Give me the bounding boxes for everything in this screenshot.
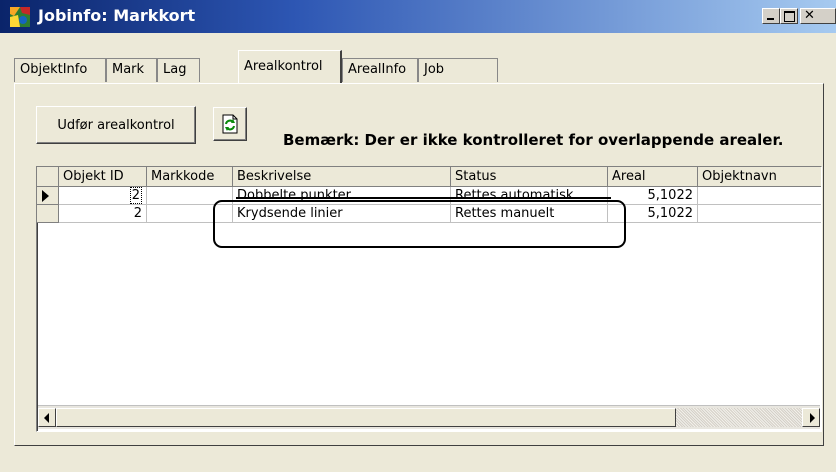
app-icon xyxy=(10,7,30,27)
maximize-button[interactable] xyxy=(780,8,798,24)
horizontal-scrollbar[interactable] xyxy=(38,405,820,429)
cell-value: 5,1022 xyxy=(647,206,694,221)
column-header-status[interactable]: Status xyxy=(451,167,608,187)
column-header-label: Objekt ID xyxy=(63,169,124,184)
tab-label: Job xyxy=(424,62,445,77)
scroll-right-button[interactable] xyxy=(802,408,820,427)
run-arealkontrol-label: Udfør arealkontrol xyxy=(57,118,175,133)
scroll-thumb[interactable] xyxy=(56,408,676,427)
column-header-label: Objektnavn xyxy=(702,169,777,184)
table-cell[interactable] xyxy=(698,187,821,205)
column-header-label: Beskrivelse xyxy=(237,169,312,184)
column-header-label: Markkode xyxy=(151,169,215,184)
row-pointer-icon xyxy=(42,190,49,202)
tab-label: Mark xyxy=(112,62,145,77)
column-header-markkode[interactable]: Markkode xyxy=(147,167,233,187)
title-bar[interactable]: Jobinfo: Markkort ✕ xyxy=(0,0,836,33)
maximize-icon xyxy=(784,11,795,22)
minimize-icon xyxy=(767,18,774,20)
tab-lag[interactable]: Lag xyxy=(157,58,200,82)
minimize-button[interactable] xyxy=(762,8,780,24)
tab-arealkontrol[interactable]: Arealkontrol xyxy=(238,50,342,83)
row-selector[interactable] xyxy=(37,205,59,223)
cell-value: 5,1022 xyxy=(647,188,694,203)
overlap-note: Bemærk: Der er ikke kontrolleret for ove… xyxy=(283,131,784,149)
close-icon: ✕ xyxy=(804,8,815,23)
table-cell[interactable] xyxy=(698,205,821,223)
app-window: Jobinfo: Markkort ✕ ObjektInfo Mark Lag … xyxy=(0,0,836,472)
tab-objektinfo[interactable]: ObjektInfo xyxy=(14,58,106,82)
grid-corner xyxy=(37,167,59,187)
cell-value: 2 xyxy=(133,206,142,221)
tab-label: Arealkontrol xyxy=(244,59,323,74)
tab-label: Lag xyxy=(163,62,187,77)
tab-mark[interactable]: Mark xyxy=(106,58,157,82)
chevron-left-icon xyxy=(44,413,49,423)
close-button[interactable]: ✕ xyxy=(800,8,836,24)
cell-value: 2 xyxy=(129,187,142,204)
table-cell[interactable]: 2 xyxy=(59,205,147,223)
column-header-areal[interactable]: Areal xyxy=(608,167,698,187)
tab-strip: ObjektInfo Mark Lag Arealkontrol ArealIn… xyxy=(14,50,824,84)
column-header-objekt-id[interactable]: Objekt ID xyxy=(59,167,147,187)
strikethrough-line xyxy=(236,197,611,199)
window-title: Jobinfo: Markkort xyxy=(38,6,196,25)
column-header-label: Areal xyxy=(612,169,646,184)
column-header-beskrivelse[interactable]: Beskrivelse xyxy=(233,167,451,187)
refresh-button[interactable] xyxy=(213,107,247,141)
row-selector[interactable] xyxy=(37,187,59,205)
table-cell[interactable]: 2 xyxy=(59,187,147,205)
tab-label: ObjektInfo xyxy=(20,62,88,77)
refresh-icon xyxy=(221,114,239,138)
column-header-label: Status xyxy=(455,169,497,184)
run-arealkontrol-button[interactable]: Udfør arealkontrol xyxy=(36,106,196,144)
scroll-track[interactable] xyxy=(676,408,802,427)
column-header-objektnavn[interactable]: Objektnavn xyxy=(698,167,821,187)
tab-arealinfo[interactable]: ArealInfo xyxy=(342,58,418,82)
chevron-right-icon xyxy=(810,413,815,423)
highlight-callout xyxy=(213,200,626,248)
tab-label: ArealInfo xyxy=(348,62,407,77)
tab-job[interactable]: Job xyxy=(418,58,498,82)
scroll-left-button[interactable] xyxy=(38,408,56,427)
